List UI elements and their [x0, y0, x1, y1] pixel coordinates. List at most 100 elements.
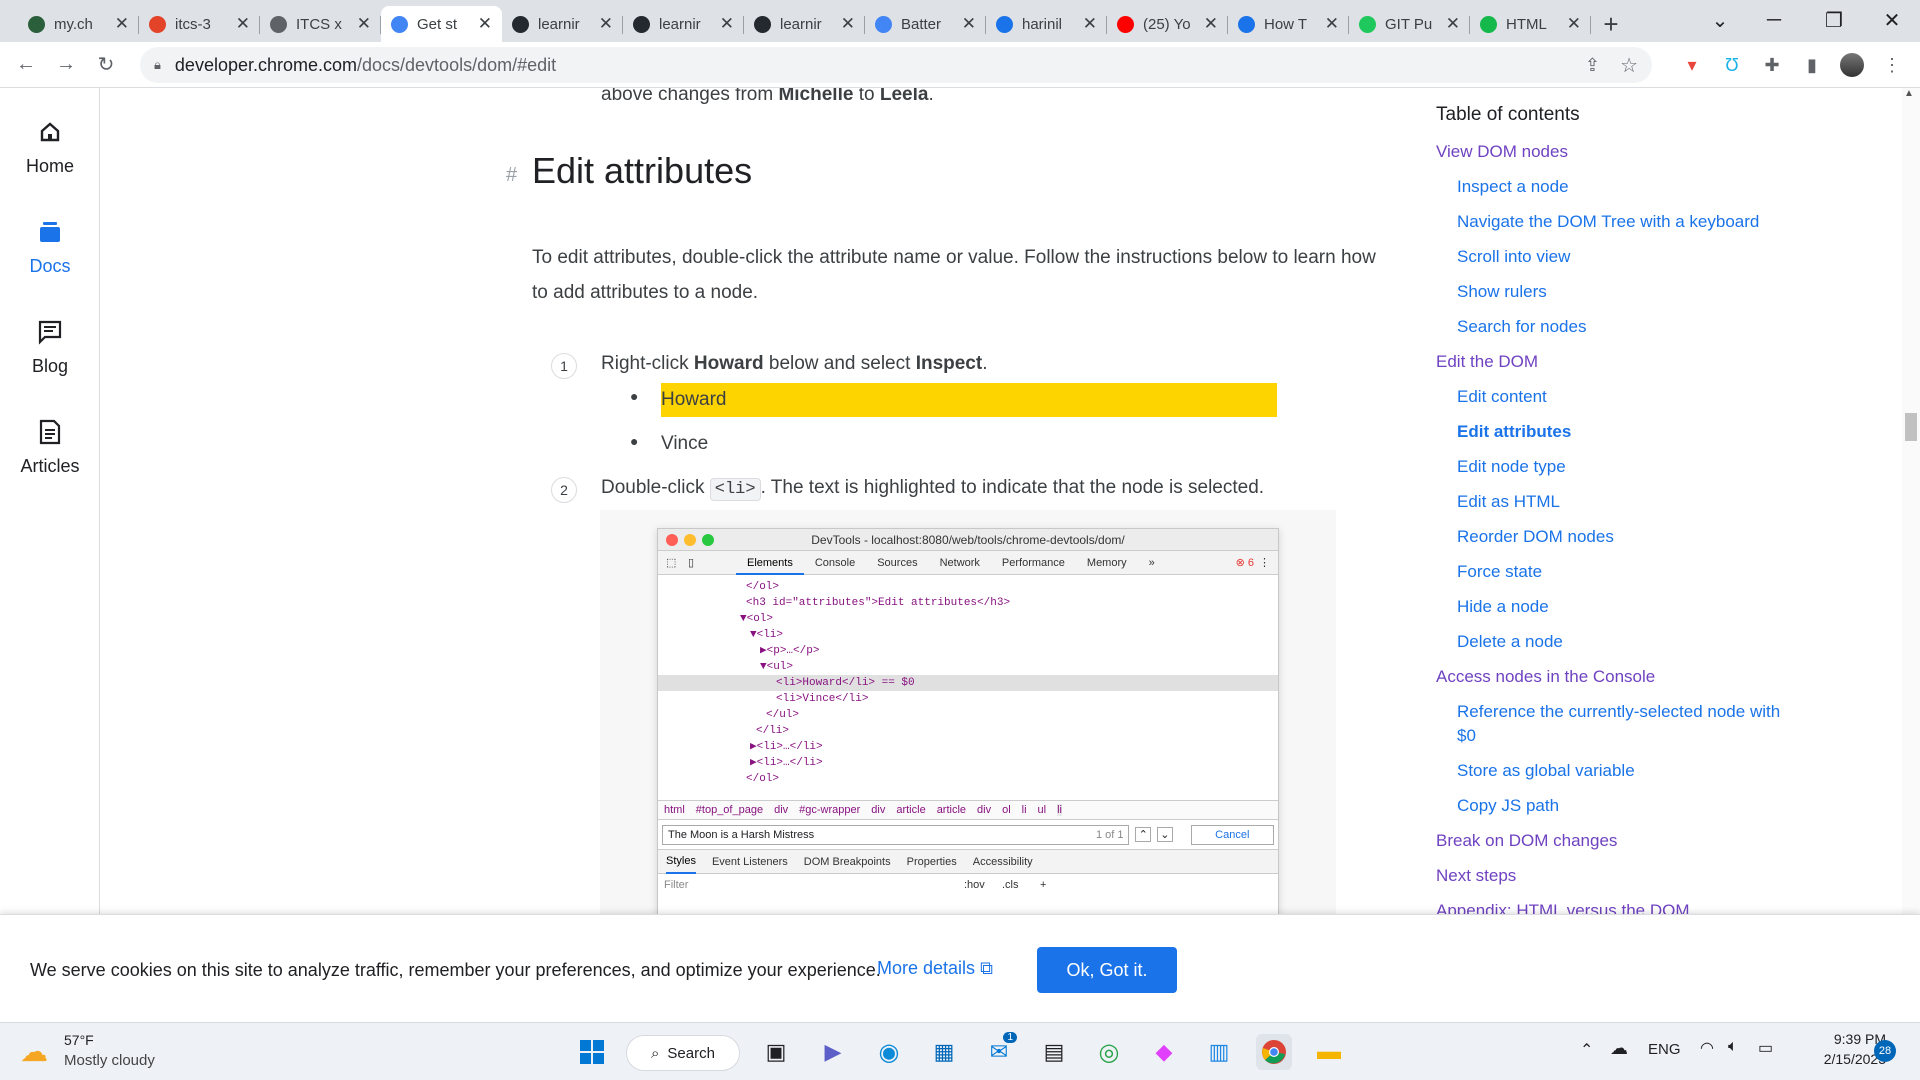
minimize-icon[interactable]: ─: [1746, 0, 1802, 40]
extension-u-icon[interactable]: Ʊ: [1720, 53, 1744, 77]
wifi-icon[interactable]: ◠: [1700, 1038, 1714, 1058]
dom-tree-line[interactable]: </ul>: [658, 707, 1278, 723]
devtools-tab[interactable]: Memory: [1076, 551, 1138, 575]
tab-close-icon[interactable]: ✕: [478, 14, 492, 34]
tab-close-icon[interactable]: ✕: [1446, 14, 1460, 34]
dom-tree-line[interactable]: <li>Howard</li> == $0: [658, 675, 1278, 691]
breadcrumb-item[interactable]: ul: [1038, 804, 1047, 816]
clock-date[interactable]: 2/15/2023: [1796, 1051, 1886, 1067]
new-rule-icon[interactable]: +: [1040, 879, 1046, 891]
rail-articles[interactable]: Articles: [0, 412, 100, 477]
toc-link[interactable]: View DOM nodes: [1436, 140, 1790, 164]
extensions-puzzle-icon[interactable]: ✚: [1760, 53, 1784, 77]
browser-tab[interactable]: HTML ✕: [1470, 6, 1591, 42]
profile-avatar[interactable]: [1840, 53, 1864, 77]
styles-tab[interactable]: Properties: [907, 856, 957, 868]
store-icon[interactable]: ▦: [926, 1034, 962, 1070]
toc-link[interactable]: Hide a node: [1457, 595, 1790, 619]
volume-icon[interactable]: 🔈︎: [1728, 1038, 1738, 1056]
styles-tab[interactable]: Event Listeners: [712, 856, 788, 868]
notification-badge[interactable]: 28: [1874, 1040, 1896, 1062]
side-panel-icon[interactable]: ▮: [1800, 53, 1824, 77]
browser-tab[interactable]: Batter ✕: [865, 6, 986, 42]
app-diamond-icon[interactable]: ◆: [1146, 1034, 1182, 1070]
tab-close-icon[interactable]: ✕: [962, 14, 976, 34]
dom-tree-line[interactable]: </ol>: [658, 579, 1278, 595]
menu-kebab-icon[interactable]: ⋮: [1880, 53, 1904, 77]
dom-tree-line[interactable]: ▶<p>…</p>: [658, 643, 1278, 659]
close-window-icon[interactable]: ✕: [1864, 0, 1920, 40]
rail-home[interactable]: Home: [0, 112, 100, 177]
task-view-icon[interactable]: ▣: [758, 1034, 794, 1070]
rail-docs[interactable]: Docs: [0, 212, 100, 277]
toc-link[interactable]: Edit attributes: [1457, 420, 1790, 444]
notepad-icon[interactable]: ▥: [1201, 1034, 1237, 1070]
toc-link[interactable]: Force state: [1457, 560, 1790, 584]
search-next-icon[interactable]: ⌄: [1157, 827, 1173, 842]
browser-tab[interactable]: learnir ✕: [502, 6, 623, 42]
toc-link[interactable]: Inspect a node: [1457, 175, 1790, 199]
list-item-vince[interactable]: Vince: [661, 427, 708, 461]
toc-link[interactable]: Delete a node: [1457, 630, 1790, 654]
file-explorer-icon[interactable]: ▬: [1311, 1034, 1347, 1070]
dom-tree-line[interactable]: ▼<li>: [658, 627, 1278, 643]
tab-close-icon[interactable]: ✕: [599, 14, 613, 34]
breadcrumb-item[interactable]: #top_of_page: [696, 804, 763, 816]
battery-icon[interactable]: ▭: [1758, 1038, 1773, 1058]
toc-link[interactable]: Break on DOM changes: [1436, 829, 1790, 853]
bookmark-star-icon[interactable]: ☆: [1620, 53, 1638, 78]
devtools-tab[interactable]: Elements: [736, 551, 804, 575]
devtools-tab[interactable]: Network: [929, 551, 991, 575]
browser-tab[interactable]: learnir ✕: [744, 6, 865, 42]
cls-toggle[interactable]: .cls: [1002, 879, 1019, 891]
toc-link[interactable]: Appendix: HTML versus the DOM: [1436, 899, 1790, 914]
onedrive-icon[interactable]: ☁︎: [1610, 1038, 1628, 1059]
breadcrumb-item[interactable]: html: [664, 804, 685, 816]
breadcrumb-item[interactable]: div: [871, 804, 885, 816]
weather-icon[interactable]: ☁︎: [20, 1035, 48, 1068]
tab-close-icon[interactable]: ✕: [1083, 14, 1097, 34]
tab-close-icon[interactable]: ✕: [236, 14, 250, 34]
browser-tab[interactable]: itcs-3 ✕: [139, 6, 260, 42]
browser-tab[interactable]: learnir ✕: [623, 6, 744, 42]
breadcrumb-item[interactable]: ol: [1002, 804, 1011, 816]
devtools-tab[interactable]: Performance: [991, 551, 1076, 575]
tab-search-icon[interactable]: ⌄: [1692, 0, 1748, 40]
dom-tree-line[interactable]: <h3 id="attributes">Edit attributes</h3>: [658, 595, 1278, 611]
toc-link[interactable]: Edit content: [1457, 385, 1790, 409]
start-icon[interactable]: [574, 1034, 610, 1070]
styles-tab[interactable]: Accessibility: [973, 856, 1033, 868]
tab-close-icon[interactable]: ✕: [1567, 14, 1581, 34]
back-icon[interactable]: ←: [6, 45, 46, 85]
dom-search-input[interactable]: The Moon is a Harsh Mistress 1 of 1: [662, 824, 1130, 845]
toc-link[interactable]: Edit as HTML: [1457, 490, 1790, 514]
toc-link[interactable]: Reorder DOM nodes: [1457, 525, 1790, 549]
toc-link[interactable]: Store as global variable: [1457, 759, 1790, 783]
toc-link[interactable]: Access nodes in the Console: [1436, 665, 1790, 689]
show-hidden-icons[interactable]: ⌃: [1580, 1040, 1593, 1060]
more-details-link[interactable]: More details ⧉: [877, 958, 993, 979]
toc-link[interactable]: Next steps: [1436, 864, 1790, 888]
heading-anchor-link[interactable]: #: [506, 164, 517, 187]
toc-link[interactable]: Copy JS path: [1457, 794, 1790, 818]
dom-tree-line[interactable]: </li>: [658, 723, 1278, 739]
toc-link[interactable]: Navigate the DOM Tree with a keyboard: [1457, 210, 1790, 234]
calculator-icon[interactable]: ▤: [1036, 1034, 1072, 1070]
rail-blog[interactable]: Blog: [0, 312, 100, 377]
browser-tab[interactable]: GIT Pu ✕: [1349, 6, 1470, 42]
toc-link[interactable]: Edit the DOM: [1436, 350, 1790, 374]
search-cancel-button[interactable]: Cancel: [1190, 824, 1274, 845]
devtools-tab[interactable]: »: [1138, 551, 1166, 575]
search-prev-icon[interactable]: ⌃: [1135, 827, 1152, 842]
clock-time[interactable]: 9:39 PM: [1796, 1031, 1886, 1047]
dom-tree-line[interactable]: ▶<li>…</li>: [658, 755, 1278, 771]
filter-input[interactable]: Filter: [664, 879, 688, 891]
breadcrumb-item[interactable]: #gc-wrapper: [799, 804, 860, 816]
breadcrumb-item[interactable]: div: [977, 804, 991, 816]
ok-got-it-button[interactable]: Ok, Got it.: [1037, 947, 1177, 993]
browser-tab[interactable]: (25) Yo ✕: [1107, 6, 1228, 42]
browser-tab[interactable]: ITCS x ✕: [260, 6, 381, 42]
dom-tree-line[interactable]: </ol>: [658, 771, 1278, 787]
breadcrumb-item[interactable]: article: [937, 804, 966, 816]
toc-link[interactable]: Reference the currently-selected node wi…: [1457, 700, 1790, 748]
